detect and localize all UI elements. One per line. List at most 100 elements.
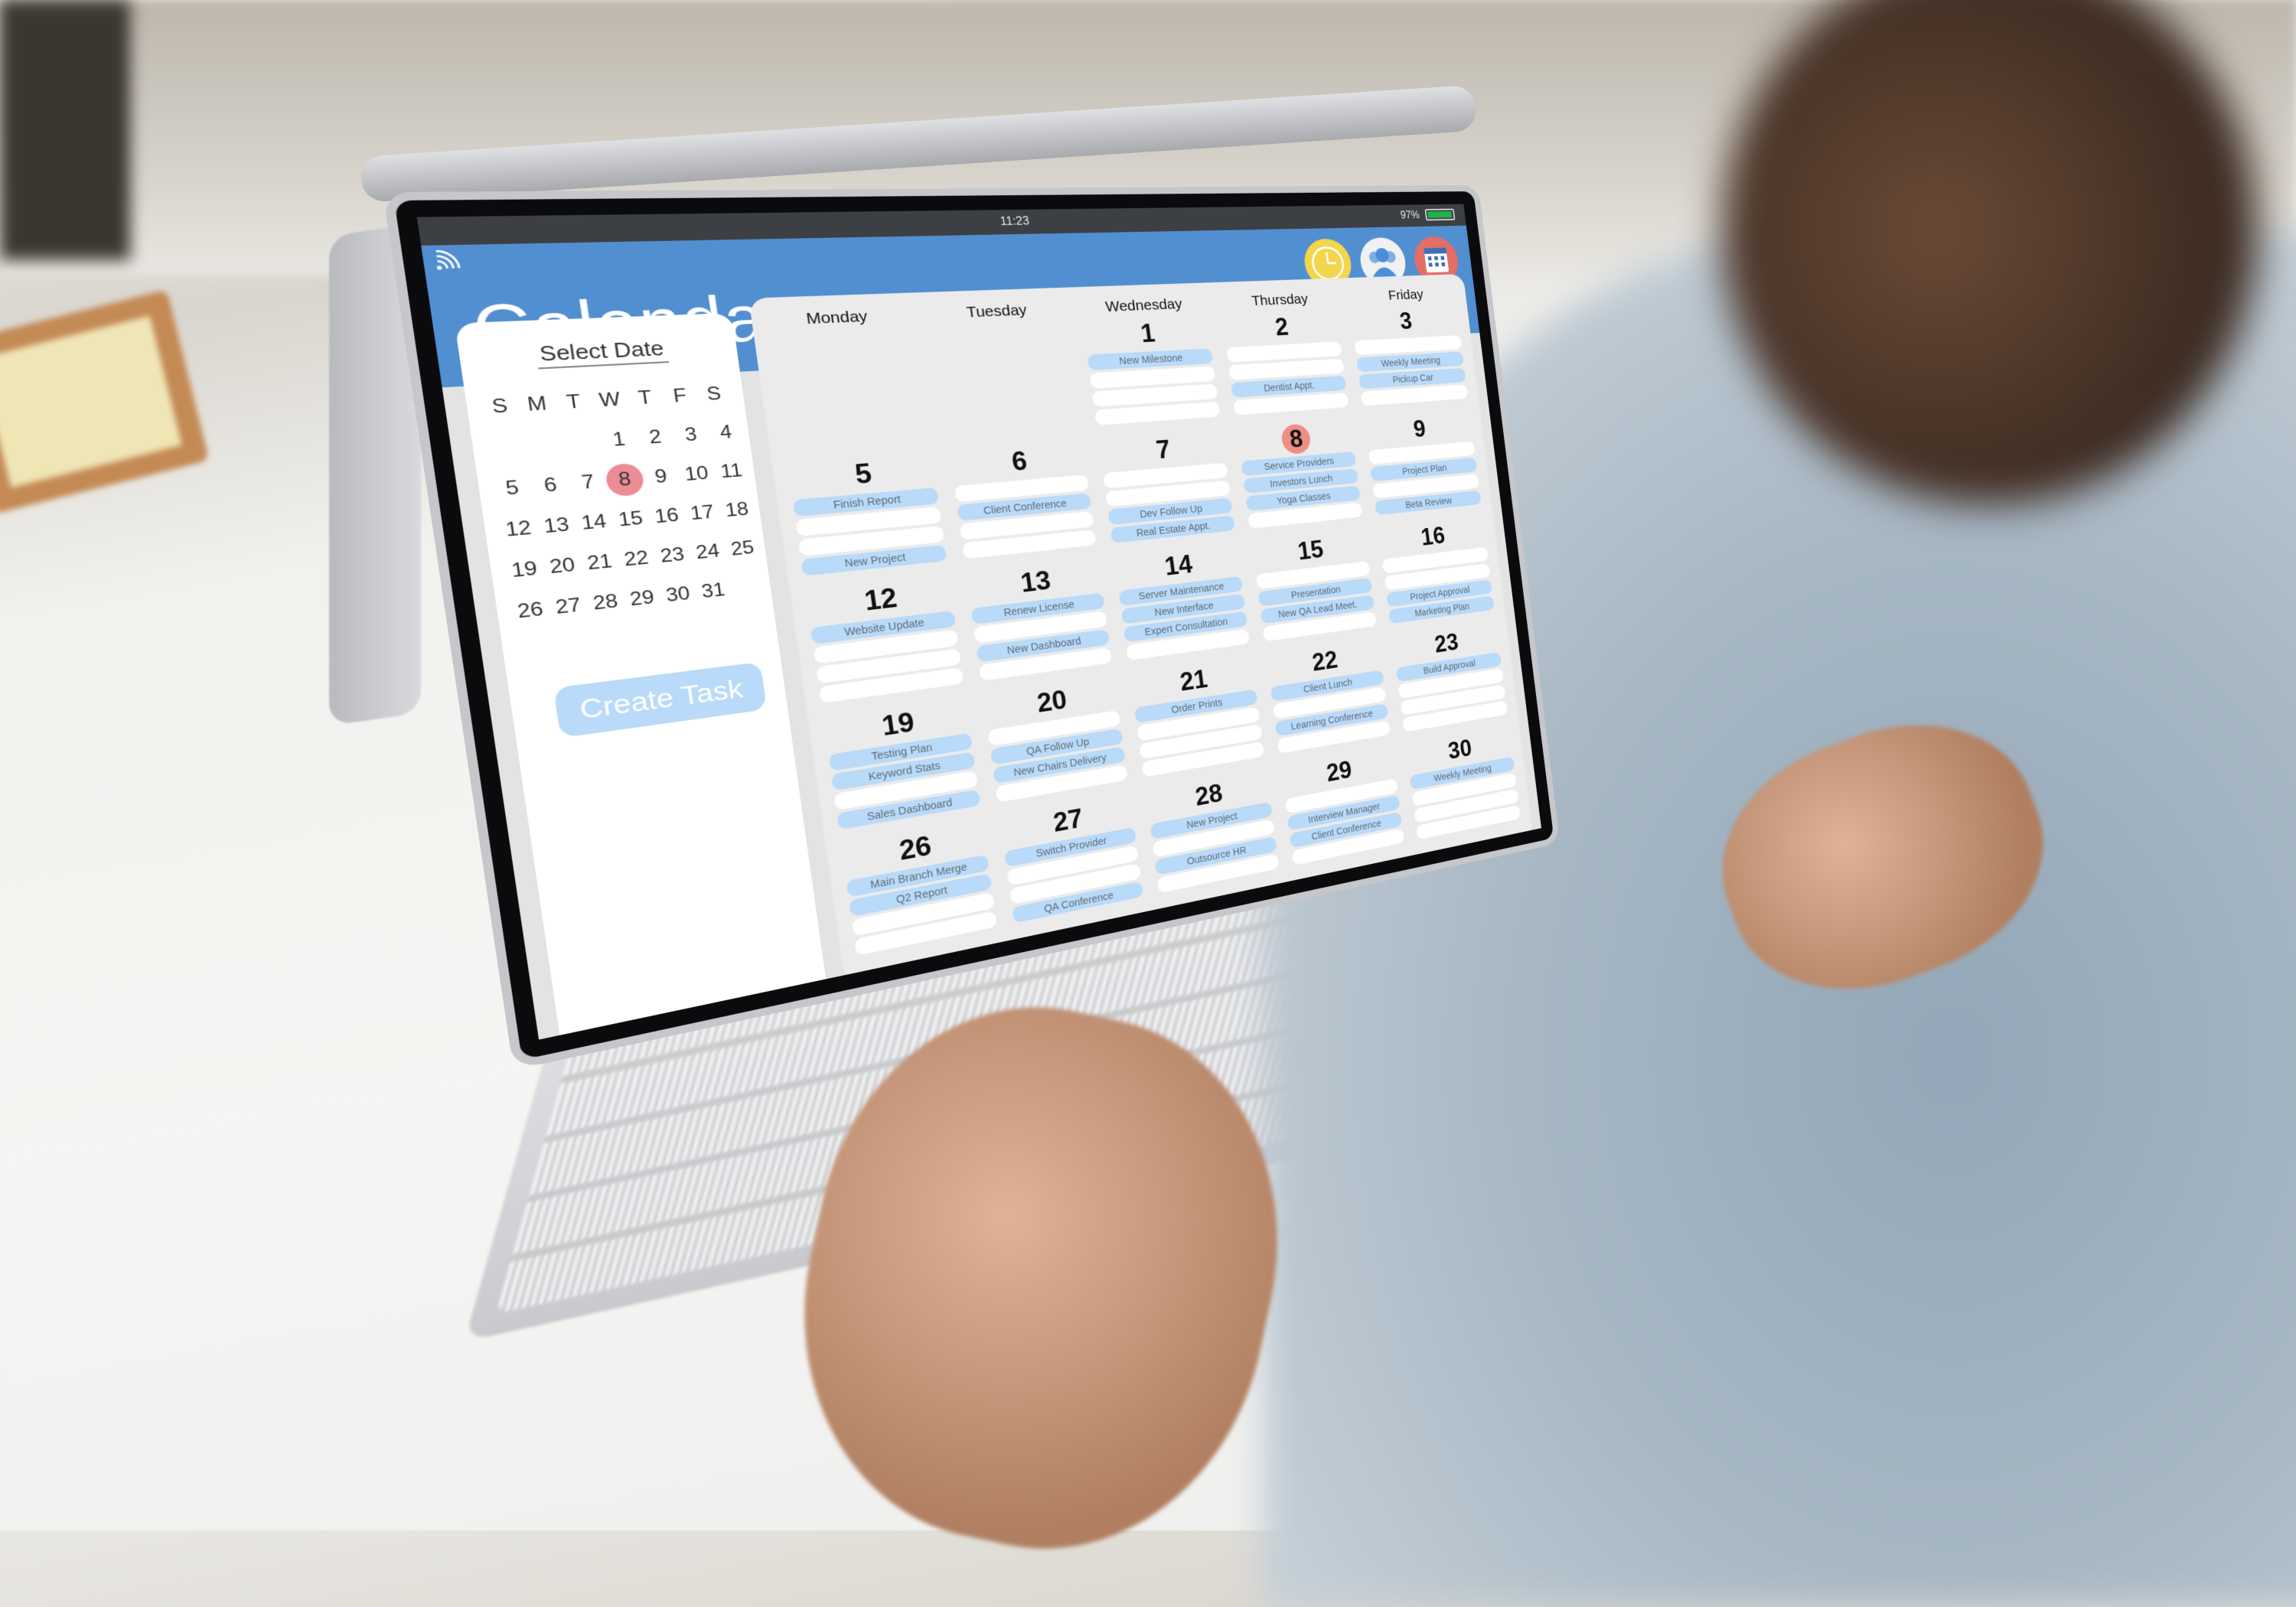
- battery-percent: 97%: [1400, 210, 1420, 222]
- day-cell-9[interactable]: 9Project PlanBeta Review: [1364, 411, 1483, 528]
- mini-day-23[interactable]: 23: [652, 538, 693, 573]
- mini-day-19[interactable]: 19: [503, 552, 546, 588]
- mini-day-14[interactable]: 14: [573, 505, 615, 540]
- day-cell-blank: [932, 321, 1082, 451]
- day-number: [984, 324, 1022, 357]
- select-date-label: Select Date: [534, 336, 670, 369]
- mini-weekday: T: [554, 390, 594, 415]
- mini-day-5[interactable]: 5: [491, 471, 534, 507]
- day-number: 7: [1146, 433, 1180, 466]
- day-cell-5[interactable]: 5Finish ReportNew Project: [788, 452, 950, 592]
- background-shelf: [0, 0, 130, 260]
- day-cell-21[interactable]: 21Order Prints: [1130, 657, 1266, 791]
- day-number: 30: [1446, 733, 1475, 765]
- day-cell-22[interactable]: 22Client LunchLearning Conference: [1266, 639, 1392, 768]
- day-number: 16: [1418, 521, 1447, 553]
- mini-day-11[interactable]: 11: [712, 455, 751, 488]
- mini-day-10[interactable]: 10: [677, 458, 716, 491]
- mini-day-27[interactable]: 27: [547, 588, 589, 624]
- day-cell-29[interactable]: 29Interview ManagerClient Conference: [1280, 748, 1406, 879]
- day-cell-23[interactable]: 23Build Approval: [1391, 622, 1509, 745]
- mini-day-7[interactable]: 7: [567, 465, 609, 500]
- day-number: 13: [1017, 564, 1054, 599]
- mini-day-15[interactable]: 15: [610, 502, 651, 537]
- mini-weekday: F: [661, 384, 699, 408]
- day-cell-1[interactable]: 1New Milestone: [1083, 315, 1222, 439]
- mini-day-21[interactable]: 21: [579, 545, 620, 581]
- day-number: 14: [1162, 549, 1195, 582]
- day-cell-26[interactable]: 26Main Branch MergeQ2 Report: [841, 820, 1000, 970]
- mini-day-24[interactable]: 24: [688, 535, 728, 569]
- day-cell-14[interactable]: 14Server MaintenanceNew InterfaceExpert …: [1114, 544, 1251, 675]
- day-cell-20[interactable]: 20QA Follow UpNew Chairs Delivery: [983, 676, 1130, 817]
- mini-day-2[interactable]: 2: [635, 421, 676, 455]
- day-cell-28[interactable]: 28New ProjectOutsource HR: [1146, 770, 1281, 907]
- day-cell-13[interactable]: 13Renew LicenseNew Dashboard: [966, 559, 1114, 695]
- mini-day-22[interactable]: 22: [616, 542, 657, 577]
- day-number: 1: [1130, 318, 1165, 350]
- weekday-tuesday: Tuesday: [918, 300, 1073, 324]
- day-number: 19: [879, 706, 918, 743]
- day-cell-15[interactable]: 15PresentationNew QA Lead Meet.: [1251, 530, 1378, 655]
- mini-day-13[interactable]: 13: [535, 508, 577, 544]
- day-number: 5: [843, 456, 883, 492]
- day-cell-30[interactable]: 30Weekly Meeting: [1405, 727, 1522, 853]
- day-cell-12[interactable]: 12Website Update: [805, 575, 966, 719]
- mini-day-blank: [729, 570, 768, 605]
- mini-day-4[interactable]: 4: [706, 416, 745, 450]
- day-number: 22: [1309, 645, 1341, 678]
- day-cell-16[interactable]: 16Project ApprovalMarketing Plan: [1378, 517, 1496, 637]
- mini-weekday: M: [517, 392, 557, 417]
- weekday-friday: Friday: [1343, 285, 1466, 306]
- mini-weekday: S: [479, 394, 520, 419]
- day-number: 28: [1192, 777, 1226, 813]
- day-number: 12: [861, 582, 901, 618]
- create-task-button[interactable]: Create Task: [553, 662, 767, 738]
- tablet-stand: [329, 223, 421, 726]
- day-number: 9: [1404, 414, 1434, 445]
- day-cell-7[interactable]: 7Dev Follow UpReal Estate Appt.: [1098, 430, 1236, 557]
- mini-day-16[interactable]: 16: [647, 499, 687, 533]
- mini-day-9[interactable]: 9: [641, 460, 681, 494]
- battery-fill: [1427, 211, 1452, 218]
- day-cell-6[interactable]: 6Client Conference: [949, 441, 1098, 574]
- day-number: 20: [1034, 683, 1071, 719]
- day-cell-27[interactable]: 27Switch ProviderQA Conference: [1000, 794, 1146, 937]
- mini-day-blank: [561, 425, 603, 460]
- day-cell-3[interactable]: 3Weekly MeetingPickup Car: [1350, 305, 1470, 419]
- day-number: 6: [1001, 445, 1038, 479]
- mini-day-20[interactable]: 20: [541, 549, 583, 585]
- mini-weekday: T: [626, 386, 664, 411]
- mini-day-6[interactable]: 6: [529, 468, 572, 504]
- day-number: 2: [1266, 311, 1298, 342]
- weekday-wednesday: Wednesday: [1071, 295, 1215, 317]
- battery-icon: [1425, 209, 1456, 221]
- mini-day-8[interactable]: 8: [605, 462, 646, 497]
- mini-day-blank: [523, 428, 566, 463]
- day-cell-2[interactable]: 2Dentist Appt.: [1221, 310, 1350, 429]
- day-number: 21: [1177, 663, 1211, 698]
- select-date-heading: Select Date: [458, 333, 738, 370]
- wifi-icon: [432, 250, 461, 272]
- day-number: 23: [1432, 627, 1461, 659]
- mini-day-25[interactable]: 25: [723, 532, 762, 566]
- mini-day-31[interactable]: 31: [693, 574, 733, 609]
- mini-day-3[interactable]: 3: [671, 419, 711, 452]
- mini-weekday: W: [590, 388, 629, 412]
- day-cell-blank: [769, 328, 932, 463]
- day-number: 8: [1280, 423, 1312, 455]
- mini-day-17[interactable]: 17: [682, 496, 722, 530]
- mini-day-28[interactable]: 28: [585, 585, 626, 621]
- day-cell-8[interactable]: 8Service ProvidersInvestors LunchYoga Cl…: [1236, 420, 1364, 543]
- mini-day-12[interactable]: 12: [497, 511, 540, 547]
- mini-day-26[interactable]: 26: [509, 592, 552, 629]
- mini-day-1[interactable]: 1: [598, 423, 640, 458]
- day-cell-19[interactable]: 19Testing PlanKeyword StatsSales Dashboa…: [823, 698, 983, 845]
- mini-day-29[interactable]: 29: [621, 581, 662, 616]
- mini-day-30[interactable]: 30: [658, 578, 698, 613]
- day-number: [826, 331, 866, 366]
- day-number: 3: [1391, 306, 1420, 336]
- mini-day-18[interactable]: 18: [717, 494, 756, 527]
- mini-day-blank: [484, 430, 528, 465]
- day-number: 26: [895, 829, 934, 868]
